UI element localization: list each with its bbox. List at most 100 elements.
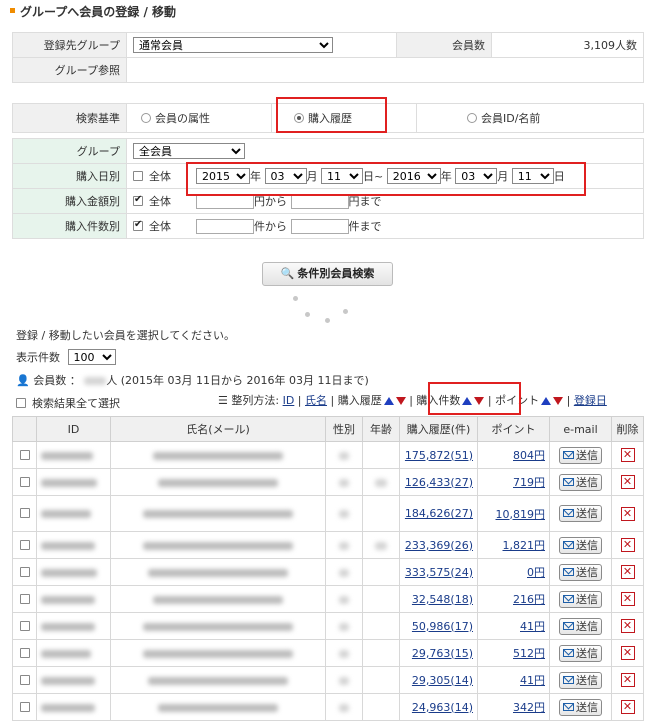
blurred-name	[143, 622, 293, 631]
row-checkbox[interactable]	[19, 449, 30, 460]
table-row: 29,305(14) 41円 送信 ✕	[12, 666, 644, 694]
send-email-button[interactable]: 送信	[559, 671, 602, 689]
history-highlight-box	[276, 97, 387, 133]
sort-desc-icon[interactable]	[553, 397, 564, 405]
sort-desc-icon[interactable]	[395, 397, 406, 405]
date-label: 購入日別	[12, 163, 127, 189]
blurred-gender	[339, 649, 349, 658]
delete-icon[interactable]: ✕	[620, 673, 635, 687]
sort-bar: ☰ 整列方法: ID | 氏名 | 購入履歴 | 購入件数 | ポイント | 登…	[218, 394, 607, 407]
delete-icon[interactable]: ✕	[620, 565, 635, 579]
row-checkbox[interactable]	[19, 620, 30, 631]
point-link[interactable]: 41円	[520, 620, 545, 633]
send-email-button[interactable]: 送信	[559, 536, 602, 554]
point-link[interactable]: 41円	[520, 674, 545, 687]
history-link[interactable]: 32,548(18)	[412, 593, 473, 606]
sort-by-name[interactable]: 氏名	[305, 394, 327, 407]
loading-dot	[293, 296, 298, 301]
blurred-name	[143, 510, 293, 518]
table-row: 24,963(14) 342円 送信 ✕	[12, 693, 644, 721]
row-checkbox[interactable]	[19, 674, 30, 685]
blurred-gender	[339, 478, 349, 487]
target-group-select[interactable]: 通常会員	[133, 37, 333, 53]
date-range-highlight-box	[186, 162, 586, 196]
point-link[interactable]: 342円	[513, 701, 545, 714]
group-ref-label: グループ参照	[12, 57, 127, 83]
row-checkbox[interactable]	[19, 508, 30, 518]
point-link[interactable]: 1,821円	[503, 539, 546, 552]
delete-icon[interactable]: ✕	[620, 592, 635, 606]
row-checkbox[interactable]	[19, 701, 30, 712]
send-email-button[interactable]: 送信	[559, 644, 602, 662]
sort-by-date[interactable]: 登録日	[574, 394, 607, 407]
filter-group-select[interactable]: 全会員	[133, 143, 245, 159]
sort-list-icon: ☰	[218, 394, 228, 407]
point-link[interactable]: 804円	[513, 449, 545, 462]
count-from-input[interactable]	[196, 219, 254, 235]
history-link[interactable]: 29,305(14)	[412, 674, 473, 687]
point-link[interactable]: 719円	[513, 476, 545, 489]
send-email-button[interactable]: 送信	[559, 505, 602, 522]
criteria-option-id-name[interactable]: 会員ID/名前	[416, 103, 644, 133]
history-link[interactable]: 24,963(14)	[412, 701, 473, 714]
delete-icon[interactable]: ✕	[620, 475, 635, 489]
sort-by-id[interactable]: ID	[283, 394, 295, 407]
point-link[interactable]: 10,819円	[496, 508, 546, 521]
history-link[interactable]: 175,872(51)	[405, 449, 473, 462]
history-link[interactable]: 333,575(24)	[405, 566, 473, 579]
row-checkbox[interactable]	[19, 593, 30, 604]
history-link[interactable]: 29,763(15)	[412, 647, 473, 660]
delete-icon[interactable]: ✕	[620, 700, 635, 714]
blurred-name	[158, 703, 278, 712]
member-count-label: 会員数	[396, 32, 492, 58]
select-all-checkbox[interactable]	[16, 398, 26, 408]
amount-to-input[interactable]	[290, 194, 349, 210]
point-link[interactable]: 512円	[513, 647, 545, 660]
delete-icon[interactable]: ✕	[620, 538, 635, 552]
display-count-select[interactable]: 100	[67, 349, 116, 365]
radio-icon[interactable]	[141, 113, 151, 123]
send-email-button[interactable]: 送信	[559, 617, 602, 635]
delete-icon[interactable]: ✕	[620, 619, 635, 633]
envelope-icon	[563, 621, 574, 630]
table-row: 233,369(26) 1,821円 送信 ✕	[12, 531, 644, 559]
send-email-button[interactable]: 送信	[559, 563, 602, 581]
count-to-input[interactable]	[290, 219, 349, 235]
envelope-icon	[563, 477, 574, 486]
send-email-button[interactable]: 送信	[559, 446, 602, 464]
sort-asc-icon[interactable]	[383, 397, 394, 405]
send-email-button[interactable]: 送信	[559, 698, 602, 716]
amount-from-input[interactable]	[196, 194, 254, 210]
delete-icon[interactable]: ✕	[620, 506, 635, 521]
history-link[interactable]: 233,369(26)	[405, 539, 473, 552]
history-link[interactable]: 126,433(27)	[405, 476, 473, 489]
envelope-icon	[563, 675, 574, 684]
history-link[interactable]: 184,626(27)	[405, 507, 473, 520]
point-link[interactable]: 216円	[513, 593, 545, 606]
blurred-gender	[339, 541, 349, 550]
search-user-icon: 🔍	[280, 267, 295, 280]
header-email: e-mail	[549, 416, 612, 442]
blurred-id	[41, 595, 95, 604]
send-email-button[interactable]: 送信	[559, 473, 602, 491]
sort-asc-icon[interactable]	[541, 397, 552, 405]
amount-all-checkbox[interactable]	[133, 194, 143, 206]
criteria-option-attributes[interactable]: 会員の属性	[126, 103, 272, 133]
member-search-button[interactable]: 🔍 条件別会員検索	[262, 262, 393, 286]
count-all-checkbox[interactable]	[133, 219, 143, 231]
delete-icon[interactable]: ✕	[620, 646, 635, 660]
row-checkbox[interactable]	[19, 476, 30, 487]
history-link[interactable]: 50,986(17)	[412, 620, 473, 633]
date-all-checkbox[interactable]	[133, 171, 143, 181]
table-row: 32,548(18) 216円 送信 ✕	[12, 585, 644, 613]
row-checkbox[interactable]	[19, 647, 30, 658]
point-link[interactable]: 0円	[527, 566, 545, 579]
select-all[interactable]: 検索結果全て選択	[16, 395, 120, 411]
row-checkbox[interactable]	[19, 566, 30, 577]
delete-icon[interactable]: ✕	[620, 448, 635, 462]
radio-icon[interactable]	[467, 113, 477, 123]
page-title: グループへ会員の登録 / 移動	[10, 3, 176, 20]
row-checkbox[interactable]	[19, 539, 30, 550]
blurred-gender	[339, 676, 349, 685]
send-email-button[interactable]: 送信	[559, 590, 602, 608]
